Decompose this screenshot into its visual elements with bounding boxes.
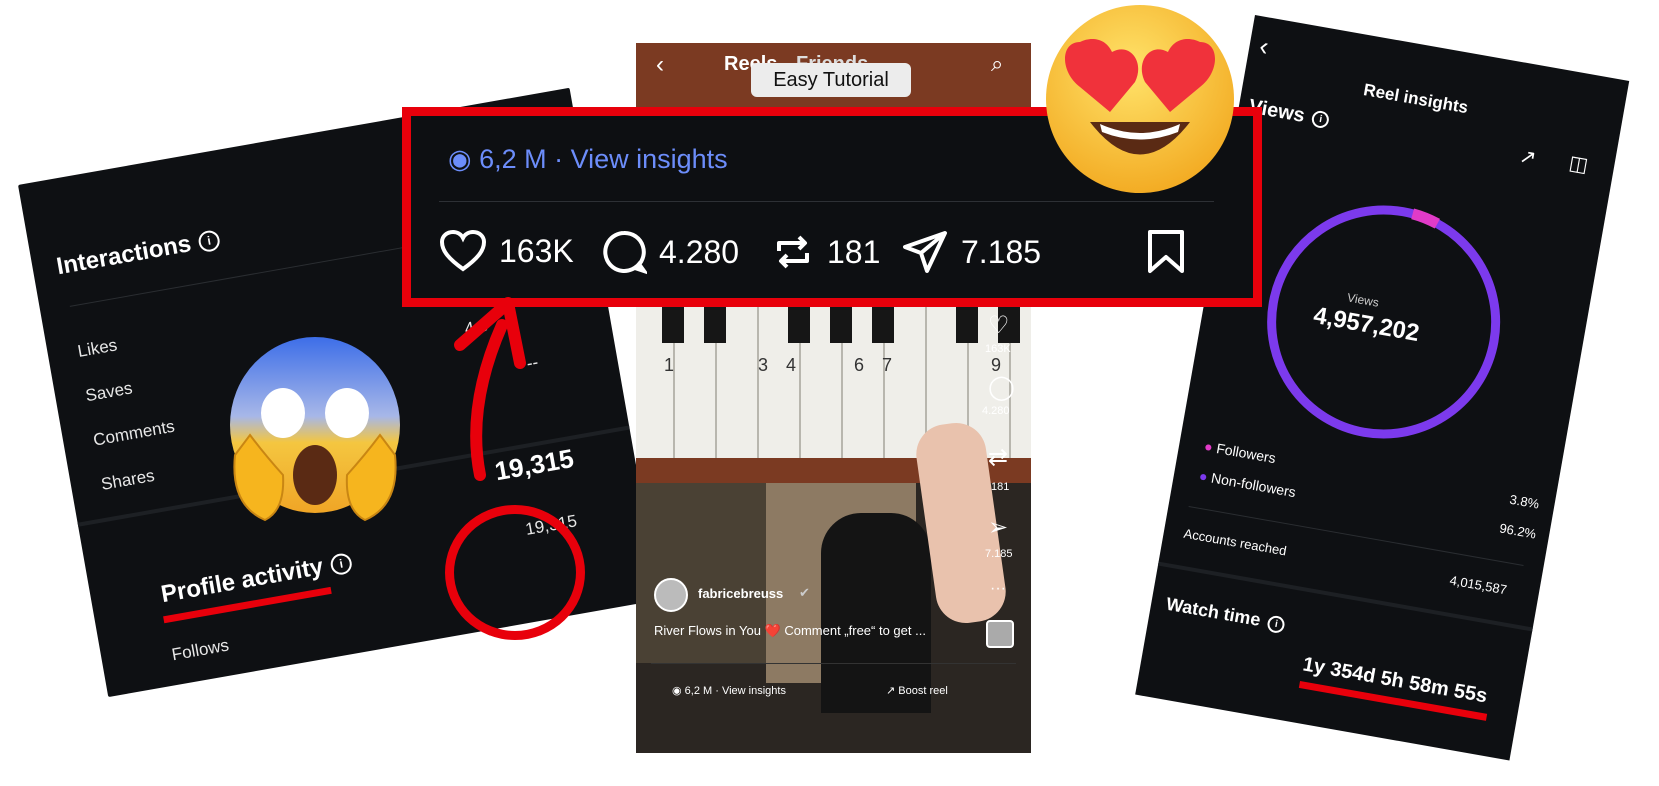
repost-count: 181 (991, 481, 1010, 493)
like-icon[interactable]: ♡ (988, 311, 1010, 340)
share-icon[interactable]: ➢ (988, 513, 1008, 542)
info-icon[interactable]: i (197, 229, 222, 254)
heart-icon (439, 229, 487, 272)
back-chevron-icon[interactable]: ‹ (656, 51, 664, 79)
like-count: 163K (985, 343, 1011, 355)
non-followers-pct: 96.2% (1498, 520, 1538, 542)
comments-label: Comments (91, 416, 177, 450)
back-chevron-icon[interactable]: ‹ (1257, 31, 1271, 63)
key-number: 1 (664, 355, 675, 375)
send-icon (903, 231, 947, 273)
info-icon[interactable]: i (1310, 109, 1331, 130)
bottom-insights-label: 6,2 M · View insights (684, 685, 786, 697)
non-followers-label: Non-followers (1210, 469, 1298, 501)
avatar[interactable] (654, 578, 688, 612)
likes-count: 163K (499, 232, 574, 269)
reposts-count: 181 (827, 233, 881, 270)
profile-activity-title: Profile activity (159, 553, 326, 609)
shares-label: Shares (99, 465, 156, 494)
key-number: 4 (786, 355, 797, 375)
heart-eyes-emoji (1040, 2, 1240, 197)
comment-icon[interactable]: ◯ (988, 373, 1015, 402)
verified-icon: ✔ (799, 585, 810, 600)
view-insights-label: 6,2 M · View insights (479, 144, 728, 174)
bottom-view-insights[interactable]: ◉ 6,2 M · View insights (672, 684, 786, 697)
info-icon[interactable]: i (329, 552, 354, 577)
reel-caption[interactable]: River Flows in You ❤️ Comment „free“ to … (654, 623, 926, 639)
key-number: 3 (758, 355, 769, 375)
eye-icon: ◉ (448, 144, 472, 174)
search-icon[interactable]: ⌕ (991, 51, 1003, 77)
followers-label: Followers (1215, 440, 1277, 467)
highlight-circle (445, 505, 585, 640)
tutorial-label: Easy Tutorial (751, 63, 911, 97)
share-count: 7.185 (985, 548, 1013, 560)
boost-reel-button[interactable]: ↗ Boost reel (886, 684, 948, 697)
video-leg (821, 513, 931, 713)
comment-icon (603, 230, 647, 275)
key-number: 7 (882, 355, 893, 375)
watch-time-heading: Watch time i (1165, 594, 1287, 636)
comments-stat[interactable]: 4.280 (601, 229, 739, 275)
more-icon[interactable]: ··· (990, 580, 1006, 598)
comment-count: 4.280 (982, 405, 1010, 417)
reel-insights-title: Reel insights (1362, 80, 1470, 118)
view-insights-link[interactable]: ◉ 6,2 M · View insights (448, 144, 728, 175)
likes-stat[interactable]: 163K (439, 229, 574, 273)
saves-label: Saves (84, 378, 134, 406)
accounts-reached-value: 4,015,587 (1448, 572, 1509, 598)
non-followers-legend: ● Non-followers (1197, 467, 1298, 501)
key-number: 6 (854, 355, 865, 375)
trend-icon[interactable]: ↗ (1517, 143, 1538, 171)
watch-time-label: Watch time (1164, 593, 1263, 630)
comments-count: 4.280 (659, 233, 740, 270)
screaming-face-emoji (225, 335, 405, 525)
accounts-reached-label: Accounts reached (1182, 525, 1288, 559)
repost-icon (777, 235, 809, 269)
followers-pct: 3.8% (1508, 491, 1541, 512)
interactions-heading: Interactions i (54, 225, 222, 281)
followers-legend: ● Followers (1203, 437, 1277, 467)
info-icon[interactable]: i (1266, 614, 1287, 635)
shares-stat[interactable]: 7.185 (901, 229, 1041, 275)
divider (439, 201, 1214, 202)
boost-label: Boost reel (898, 685, 948, 697)
interactions-title: Interactions (54, 230, 194, 281)
audio-thumbnail[interactable] (986, 620, 1014, 648)
repost-icon[interactable]: ⇄ (988, 443, 1008, 472)
shares-count: 7.185 (961, 233, 1042, 270)
sidebar-toggle-icon[interactable]: ◫ (1567, 150, 1590, 178)
likes-label: Likes (76, 335, 119, 361)
trend-icon: ↗ (886, 685, 896, 697)
bookmark-icon[interactable] (1146, 229, 1186, 280)
red-arrow (440, 285, 540, 485)
divider (651, 663, 1016, 664)
eye-icon: ◉ (672, 685, 682, 697)
reposts-stat[interactable]: 181 (771, 229, 880, 275)
follows-label: Follows (170, 635, 231, 665)
username[interactable]: fabricebreuss (698, 586, 783, 601)
